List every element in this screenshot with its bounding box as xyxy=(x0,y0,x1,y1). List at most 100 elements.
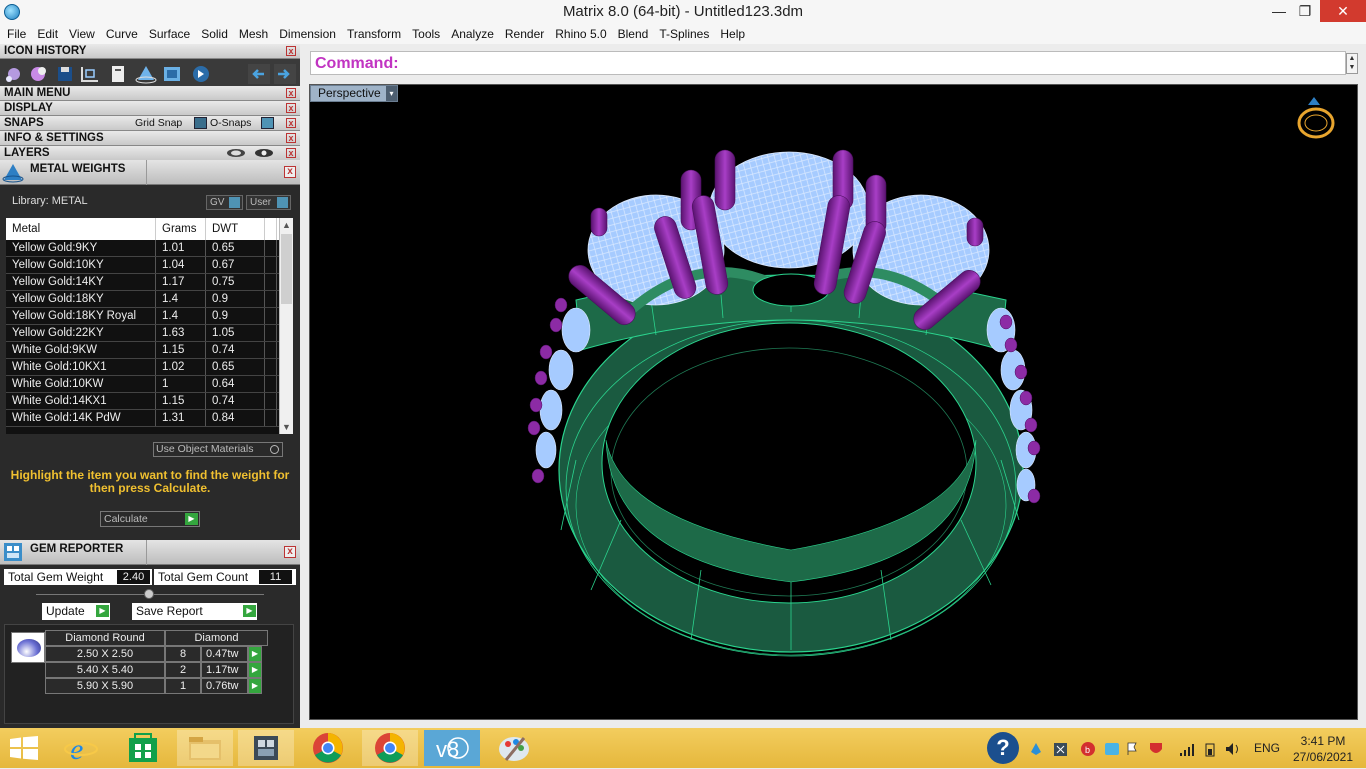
menu-help[interactable]: Help xyxy=(720,27,745,41)
gem-size-cell: 2.50 X 2.50 xyxy=(45,646,165,662)
menu-rhino[interactable]: Rhino 5.0 xyxy=(555,27,606,41)
system-tray-icons[interactable]: b xyxy=(1030,740,1250,758)
table-row[interactable]: Yellow Gold:18KY 1.4 0.9 xyxy=(6,291,279,308)
chrome-icon[interactable] xyxy=(300,730,356,766)
table-row[interactable]: White Gold:14K PdW 1.31 0.84 xyxy=(6,410,279,427)
metal-name-cell: Yellow Gold:14KY xyxy=(6,274,156,290)
table-row[interactable]: Yellow Gold:22KY 1.63 1.05 xyxy=(6,325,279,342)
update-button[interactable]: Update ▶ xyxy=(42,603,110,620)
chrome-icon-2[interactable] xyxy=(362,730,418,766)
scroll-thumb[interactable] xyxy=(281,234,292,304)
gem-type-label: Diamond xyxy=(165,630,268,646)
icon-history-header[interactable]: ICON HISTORY x xyxy=(0,44,300,59)
menu-transform[interactable]: Transform xyxy=(347,27,401,41)
metal-name-cell: Yellow Gold:18KY Royal xyxy=(6,308,156,324)
scroll-up-icon[interactable]: ▲ xyxy=(282,220,291,230)
menu-analyze[interactable]: Analyze xyxy=(451,27,494,41)
close-icon[interactable]: x xyxy=(286,103,296,113)
store-icon[interactable] xyxy=(115,730,171,766)
gem-reporter-header[interactable]: GEM REPORTER x xyxy=(0,540,300,565)
play-icon[interactable]: ▶ xyxy=(248,662,262,678)
menu-render[interactable]: Render xyxy=(505,27,544,41)
menu-solid[interactable]: Solid xyxy=(201,27,228,41)
menu-edit[interactable]: Edit xyxy=(37,27,58,41)
restore-button[interactable]: ❐ xyxy=(1288,0,1322,22)
menu-blend[interactable]: Blend xyxy=(618,27,649,41)
v8-app-icon[interactable]: v8 xyxy=(424,730,480,766)
history-tools-icon[interactable] xyxy=(2,62,302,86)
close-icon[interactable]: x xyxy=(284,166,296,178)
menu-dimension[interactable]: Dimension xyxy=(279,27,336,41)
layers-header[interactable]: LAYERS x xyxy=(0,146,300,161)
menu-view[interactable]: View xyxy=(69,27,95,41)
metal-name-cell: White Gold:9KW xyxy=(6,342,156,358)
table-row[interactable]: 5.40 X 5.40 2 1.17tw ▶ xyxy=(45,662,268,678)
close-icon[interactable]: x xyxy=(286,118,296,128)
grid-snap-label: Grid Snap xyxy=(135,117,183,129)
table-row[interactable]: 2.50 X 2.50 8 0.47tw ▶ xyxy=(45,646,268,662)
dwt-cell: 0.84 xyxy=(206,410,265,426)
use-object-materials-toggle[interactable]: Use Object Materials xyxy=(153,442,283,457)
play-icon[interactable]: ▶ xyxy=(248,678,262,694)
column-grams[interactable]: Grams xyxy=(156,218,206,240)
menu-tsplines[interactable]: T-Splines xyxy=(659,27,709,41)
table-row[interactable]: Yellow Gold:14KY 1.17 0.75 xyxy=(6,274,279,291)
snaps-header[interactable]: SNAPS Grid Snap O-Snaps x xyxy=(0,116,300,131)
grid-snap-toggle[interactable] xyxy=(194,117,207,129)
table-row[interactable]: White Gold:10KX1 1.02 0.65 xyxy=(6,359,279,376)
menu-tools[interactable]: Tools xyxy=(412,27,440,41)
metal-table-scrollbar[interactable]: ▲ ▼ xyxy=(279,218,293,434)
matrix-app-icon[interactable] xyxy=(238,730,294,766)
metal-weights-header[interactable]: METAL WEIGHTS x xyxy=(0,160,300,185)
file-explorer-icon[interactable] xyxy=(177,730,233,766)
close-icon[interactable]: x xyxy=(286,133,296,143)
main-menu-header[interactable]: MAIN MENU x xyxy=(0,86,300,101)
layer-visibility-icon[interactable] xyxy=(226,147,278,159)
close-button[interactable]: ✕ xyxy=(1320,0,1366,22)
close-icon[interactable]: x xyxy=(286,88,296,98)
info-settings-header[interactable]: INFO & SETTINGS x xyxy=(0,131,300,146)
table-row[interactable]: Yellow Gold:9KY 1.01 0.65 xyxy=(6,240,279,257)
display-header[interactable]: DISPLAY x xyxy=(0,101,300,116)
table-row[interactable]: White Gold:10KW 1 0.64 xyxy=(6,376,279,393)
menu-file[interactable]: File xyxy=(7,27,26,41)
ring-orientation-icon[interactable] xyxy=(1294,93,1338,145)
close-icon[interactable]: x xyxy=(286,46,296,56)
menu-curve[interactable]: Curve xyxy=(106,27,138,41)
user-toggle[interactable]: User xyxy=(246,195,291,210)
scroll-down-icon[interactable]: ▼ xyxy=(282,422,291,432)
menu-mesh[interactable]: Mesh xyxy=(239,27,268,41)
table-row[interactable]: Yellow Gold:10KY 1.04 0.67 xyxy=(6,257,279,274)
close-icon[interactable]: x xyxy=(286,148,296,158)
calculate-button[interactable]: Calculate ▶ xyxy=(100,511,200,527)
chevron-down-icon[interactable]: ▾ xyxy=(386,86,397,101)
column-metal[interactable]: Metal xyxy=(6,218,156,240)
column-dwt[interactable]: DWT xyxy=(206,218,265,240)
table-row[interactable]: 5.90 X 5.90 1 0.76tw ▶ xyxy=(45,678,268,694)
metal-name-cell: White Gold:14K PdW xyxy=(6,410,156,426)
gv-toggle[interactable]: GV xyxy=(206,195,243,210)
command-input[interactable]: Command: xyxy=(310,51,1346,75)
paint-icon[interactable] xyxy=(486,730,542,766)
command-scroll[interactable]: ▲ ▼ xyxy=(1346,53,1358,74)
table-row[interactable]: White Gold:14KX1 1.15 0.74 xyxy=(6,393,279,410)
splitter-handle[interactable] xyxy=(144,589,154,599)
language-indicator[interactable]: ENG xyxy=(1254,741,1280,755)
windows-start-icon[interactable] xyxy=(10,736,38,760)
help-icon[interactable]: ? xyxy=(987,732,1019,764)
save-report-button[interactable]: Save Report ▶ xyxy=(132,603,257,620)
ring-model[interactable] xyxy=(310,85,1357,719)
perspective-viewport[interactable]: Perspective ▾ xyxy=(309,84,1358,720)
table-row[interactable]: White Gold:9KW 1.15 0.74 xyxy=(6,342,279,359)
viewport-tab[interactable]: Perspective ▾ xyxy=(310,85,398,102)
osnaps-toggle[interactable] xyxy=(261,117,274,129)
close-icon[interactable]: x xyxy=(284,546,296,558)
metal-name-cell: Yellow Gold:10KY xyxy=(6,257,156,273)
play-icon[interactable]: ▶ xyxy=(248,646,262,662)
internet-explorer-icon[interactable]: e xyxy=(54,730,110,766)
metal-rows: Yellow Gold:9KY 1.01 0.65 Yellow Gold:10KY 1… xyxy=(6,240,279,427)
clock[interactable]: 3:41 PM 27/06/2021 xyxy=(1290,733,1356,765)
menu-surface[interactable]: Surface xyxy=(149,27,190,41)
table-row[interactable]: Yellow Gold:18KY Royal 1.4 0.9 xyxy=(6,308,279,325)
metal-weights-title: METAL WEIGHTS xyxy=(30,163,126,175)
